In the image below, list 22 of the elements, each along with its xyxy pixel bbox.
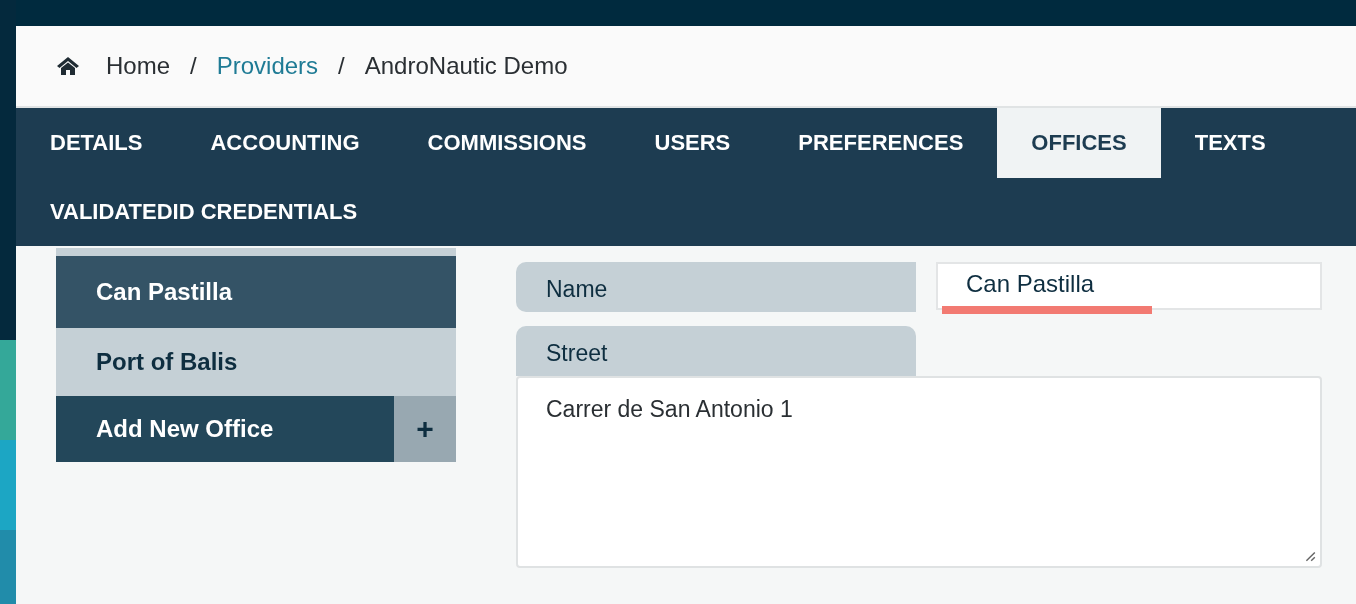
- street-text-area[interactable]: Carrer de San Antonio 1: [516, 376, 1322, 568]
- plus-button[interactable]: +: [394, 396, 456, 462]
- home-icon[interactable]: [56, 56, 80, 76]
- breadcrumb-link[interactable]: Providers: [216, 52, 319, 80]
- tab[interactable]: COMMISSIONS: [393, 108, 621, 178]
- field-label: Name: [516, 262, 916, 312]
- resize-grip-icon[interactable]: [1304, 550, 1316, 562]
- tab[interactable]: ACCOUNTING: [176, 108, 394, 178]
- tab[interactable]: PREFERENCES: [764, 108, 998, 178]
- tab[interactable]: TEXTS: [1160, 108, 1300, 178]
- office-item[interactable]: Can Pastilla: [56, 256, 456, 328]
- breadcrumb-current: AndroNautic Demo: [364, 52, 568, 80]
- tab[interactable]: VALIDATEDID CREDENTIALS: [16, 178, 392, 246]
- add-office-button[interactable]: Add New Office: [56, 396, 394, 462]
- tab[interactable]: DETAILS: [16, 108, 177, 178]
- breadcrumb-separator: /: [338, 52, 345, 80]
- field-label: Street: [516, 326, 916, 376]
- office-item[interactable]: Port of Balis: [56, 328, 456, 396]
- tab[interactable]: OFFICES: [997, 108, 1161, 178]
- breadcrumb-home[interactable]: Home: [106, 52, 171, 80]
- breadcrumb-separator: /: [190, 52, 197, 80]
- tab[interactable]: USERS: [620, 108, 765, 178]
